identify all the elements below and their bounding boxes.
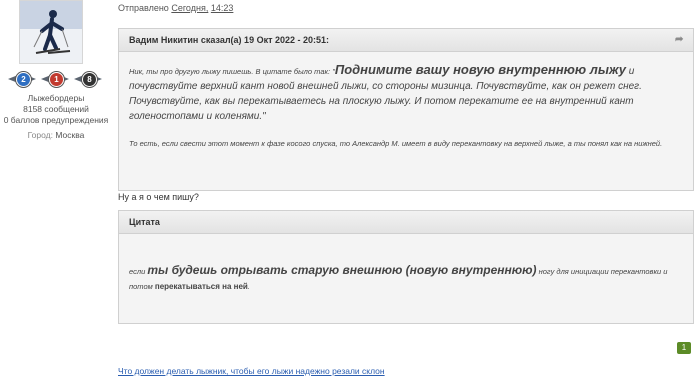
next-topic-link[interactable]: Что должен делать лыжник, чтобы его лыжи…	[118, 366, 385, 376]
message-count: 8158 сообщений	[23, 104, 89, 114]
quote-1-intro: Ник, ты про другую лыжу пишешь. В цитате…	[129, 67, 335, 76]
quote-1-header: Вадим Никитин сказал(а) 19 Окт 2022 - 20…	[119, 29, 693, 52]
quote-1-author: Вадим Никитин сказал(а) 19 Окт 2022 - 20…	[129, 35, 330, 45]
reputation-badges: 2 1 8	[8, 72, 102, 87]
quote-1-note: То есть, если свести этот момент к фазе …	[129, 139, 663, 148]
quote-2-bold-2: перекатываться на ней	[154, 282, 248, 291]
user-city: Город: Москва	[0, 130, 112, 140]
badge-dark: 8	[74, 72, 102, 87]
posted-time: 14:23	[210, 3, 234, 13]
page-button[interactable]: 1	[677, 342, 691, 354]
user-group: Лыжебордеры	[27, 93, 85, 103]
quote-block-2: Цитата если ты будешь отрывать старую вн…	[118, 210, 694, 324]
quote-2-pre: если	[129, 267, 148, 276]
badge-red-value: 1	[49, 72, 64, 87]
quote-1-main-text: Ник, ты про другую лыжу пишешь. В цитате…	[129, 62, 683, 124]
posted-day: Сегодня,	[171, 3, 209, 13]
quote-1-bold: Поднимите вашу новую внутреннюю лыжу	[334, 62, 626, 77]
city-label: Город:	[27, 130, 53, 140]
reply-text: Ну а я о чем пишу?	[118, 192, 199, 202]
quote-1-body: Ник, ты про другую лыжу пишешь. В цитате…	[119, 52, 693, 149]
quote-2-title: Цитата	[129, 217, 160, 227]
badge-dark-value: 8	[82, 72, 97, 87]
view-post-arrow-icon[interactable]: ➦	[675, 35, 685, 45]
quote-2-end: .	[247, 282, 250, 291]
posted-label: Отправлено	[118, 3, 169, 13]
quote-2-header: Цитата	[119, 211, 693, 234]
badge-red: 1	[41, 72, 69, 87]
avatar[interactable]	[19, 0, 83, 64]
quote-block-1: Вадим Никитин сказал(а) 19 Окт 2022 - 20…	[118, 28, 694, 191]
badge-blue-value: 2	[16, 72, 31, 87]
user-info-panel: 2 1 8 Лыжебордеры 8158 сообщений 0 балло…	[0, 0, 112, 374]
city-value: Москва	[55, 130, 85, 140]
badge-blue: 2	[8, 72, 36, 87]
post-date: Отправлено Сегодня, 14:23	[118, 3, 233, 13]
quote-2-body: если ты будешь отрывать старую внешнюю (…	[129, 263, 683, 294]
quote-2-bold: ты будешь отрывать старую внешнюю (новую…	[147, 263, 537, 277]
warning-points: 0 баллов предупреждения	[3, 115, 109, 125]
skier-photo	[20, 1, 82, 63]
